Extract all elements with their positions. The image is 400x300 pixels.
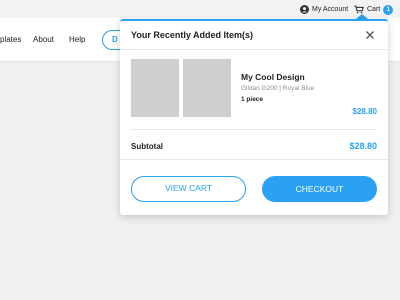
item-variant: Gildan G200 | Royal Blue bbox=[241, 85, 315, 92]
divider bbox=[120, 159, 388, 160]
nav-link-about[interactable]: About bbox=[33, 35, 54, 44]
top-utility-bar: My Account Cart 1 bbox=[0, 0, 400, 18]
cart-dropdown: Your Recently Added Item(s) My Cool Desi… bbox=[120, 19, 388, 215]
subtotal-label: Subtotal bbox=[131, 142, 163, 151]
item-thumbnail-back bbox=[183, 59, 231, 117]
checkout-button[interactable]: CHECKOUT bbox=[262, 176, 377, 202]
my-account-link[interactable]: My Account bbox=[300, 4, 348, 15]
divider bbox=[131, 129, 377, 130]
view-cart-button[interactable]: VIEW CART bbox=[131, 176, 246, 202]
my-account-label: My Account bbox=[312, 6, 349, 13]
dropdown-title: Your Recently Added Item(s) bbox=[131, 30, 254, 40]
user-circle-icon bbox=[300, 5, 309, 14]
cart-label: Cart bbox=[367, 6, 381, 13]
item-price: $28.80 bbox=[352, 107, 377, 116]
item-quantity: 1 piece bbox=[241, 96, 264, 103]
item-thumbnail-front bbox=[131, 59, 179, 117]
dropdown-header: Your Recently Added Item(s) bbox=[120, 21, 388, 50]
nav-link-templates[interactable]: plates bbox=[0, 35, 21, 44]
cart-count-badge: 1 bbox=[383, 4, 394, 15]
nav-link-help[interactable]: Help bbox=[69, 35, 85, 44]
close-icon[interactable] bbox=[364, 29, 376, 41]
cart-icon bbox=[354, 5, 364, 14]
subtotal-value: $28.80 bbox=[349, 141, 377, 151]
item-name: My Cool Design bbox=[241, 72, 305, 82]
